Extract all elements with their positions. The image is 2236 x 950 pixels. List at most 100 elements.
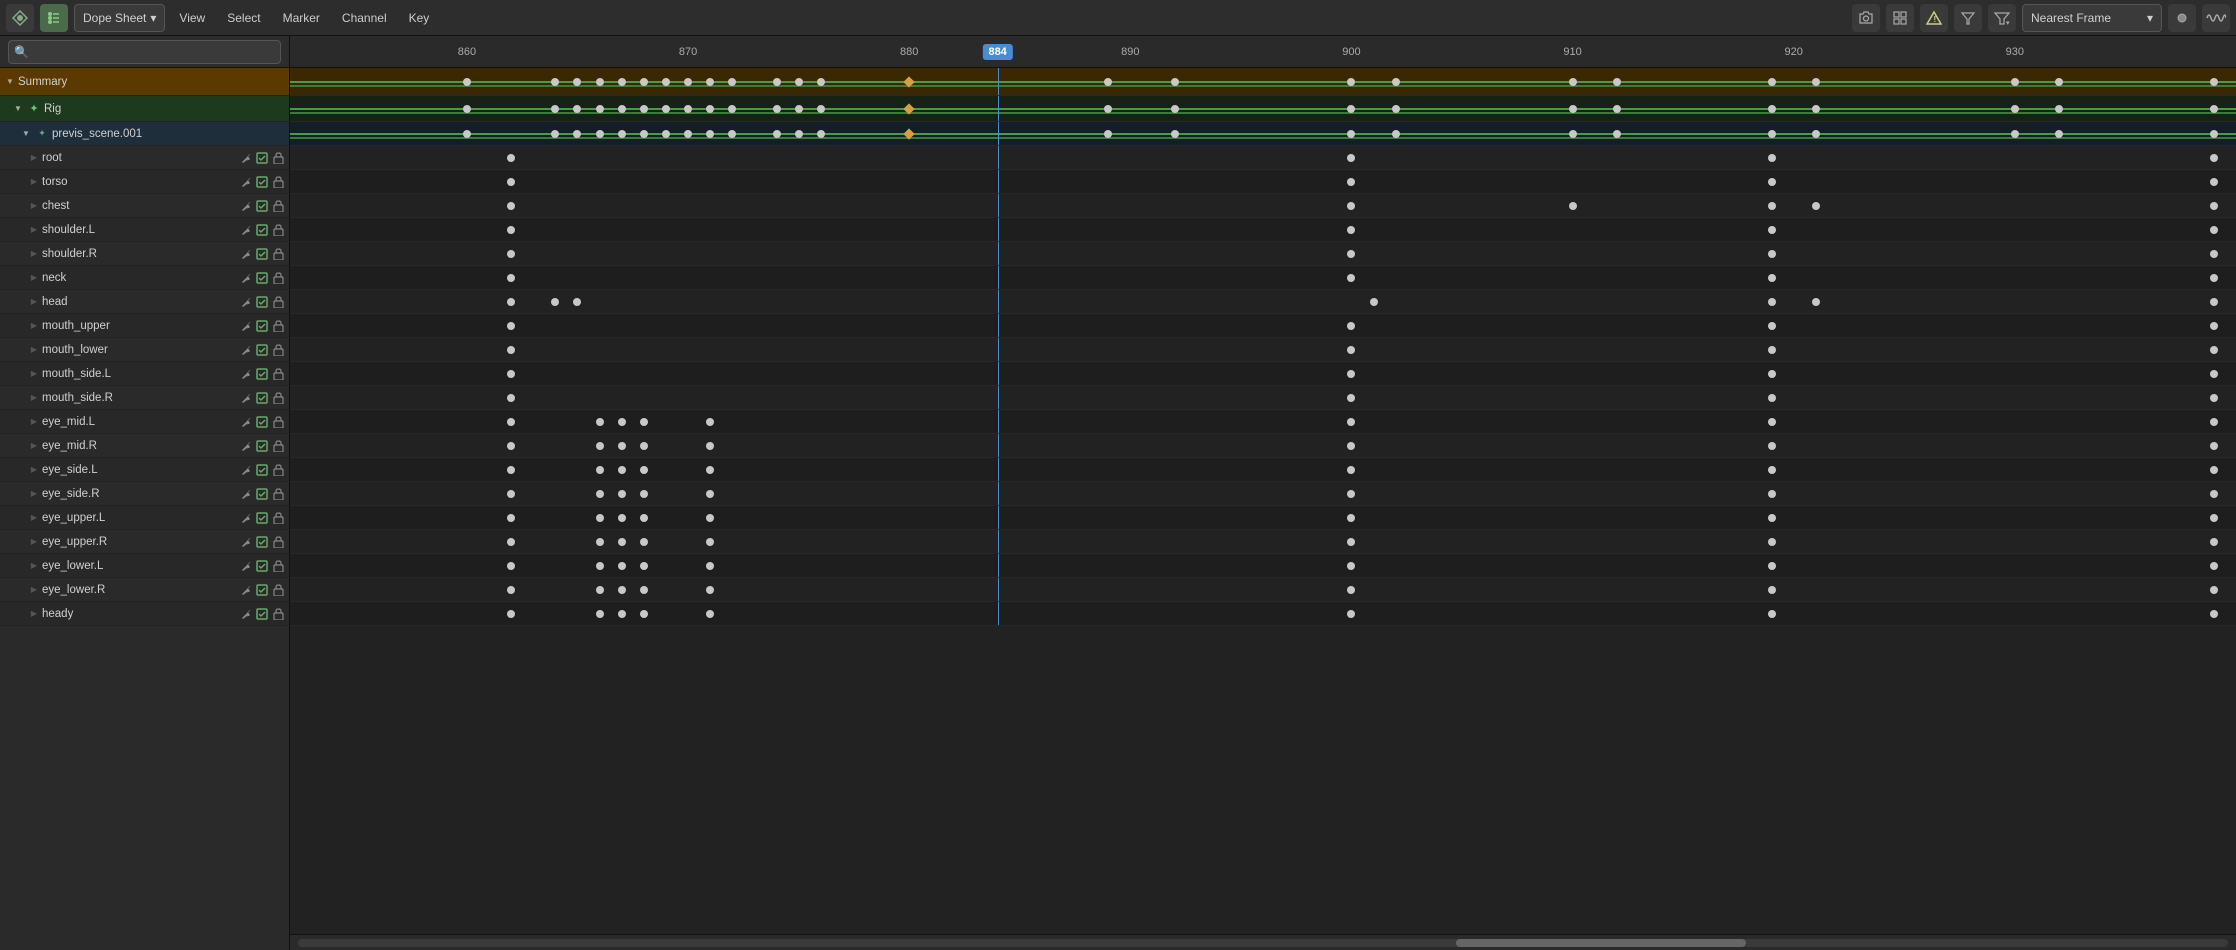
keyframe-eye_upper_r-900[interactable] — [1347, 538, 1355, 546]
keyframe-mouth_side_r-862[interactable] — [507, 394, 515, 402]
keyframe-mouth_upper-900[interactable] — [1347, 322, 1355, 330]
keyframe-rig-932[interactable] — [2055, 105, 2063, 113]
keyframe-eye_upper_r-866[interactable] — [596, 538, 604, 546]
wrench-icon[interactable] — [239, 487, 253, 501]
keyframe-eye_upper_l-867[interactable] — [618, 514, 626, 522]
row-chest[interactable]: ▶chest — [0, 194, 289, 218]
tl-row-mouth_upper[interactable] — [290, 314, 2236, 338]
checkbox-icon[interactable] — [255, 271, 269, 285]
wrench-icon[interactable] — [239, 247, 253, 261]
keyframe-rig-869[interactable] — [662, 105, 670, 113]
expand-eye_mid_r[interactable]: ▶ — [28, 440, 40, 452]
keyframe-rig-875[interactable] — [795, 105, 803, 113]
keyframe-rig-939[interactable] — [2210, 105, 2218, 113]
keyframe-eye_upper_l-939[interactable] — [2210, 514, 2218, 522]
keyframe-summary-875[interactable] — [795, 78, 803, 86]
keyframe-eye_upper_l-900[interactable] — [1347, 514, 1355, 522]
wrench-icon[interactable] — [239, 295, 253, 309]
search-input[interactable] — [8, 40, 281, 64]
expand-shoulder_l[interactable]: ▶ — [28, 224, 40, 236]
keyframe-summary-900[interactable] — [1347, 78, 1355, 86]
keyframe-head-865[interactable] — [573, 298, 581, 306]
keyframe-eye_mid_l-867[interactable] — [618, 418, 626, 426]
lock-icon[interactable] — [271, 271, 285, 285]
checkbox-icon[interactable] — [255, 391, 269, 405]
expand-eye_upper_l[interactable]: ▶ — [28, 512, 40, 524]
keyframe-torso-862[interactable] — [507, 178, 515, 186]
keyframe-mouth_side_r-939[interactable] — [2210, 394, 2218, 402]
keyframe-torso-900[interactable] — [1347, 178, 1355, 186]
checkbox-icon[interactable] — [255, 295, 269, 309]
keyframe-previs-865[interactable] — [573, 130, 581, 138]
keyframe-previs-868[interactable] — [640, 130, 648, 138]
keyframe-eye_mid_l-866[interactable] — [596, 418, 604, 426]
checkbox-icon[interactable] — [255, 487, 269, 501]
keyframe-eye_side_r-939[interactable] — [2210, 490, 2218, 498]
tl-row-heady[interactable] — [290, 602, 2236, 626]
tl-row-chest[interactable] — [290, 194, 2236, 218]
keyframe-eye_mid_l-900[interactable] — [1347, 418, 1355, 426]
keyframe-eye_upper_r-939[interactable] — [2210, 538, 2218, 546]
keyframe-shoulder_r-862[interactable] — [507, 250, 515, 258]
checkbox-icon[interactable] — [255, 319, 269, 333]
wrench-icon[interactable] — [239, 223, 253, 237]
keyframe-eye_side_l-862[interactable] — [507, 466, 515, 474]
wrench-icon[interactable] — [239, 391, 253, 405]
keyframe-summary-871[interactable] — [706, 78, 714, 86]
mode-dropdown[interactable]: Dope Sheet ▾ — [74, 4, 165, 32]
keyframe-eye_side_r-919[interactable] — [1768, 490, 1776, 498]
lock-icon[interactable] — [271, 223, 285, 237]
keyframe-eye_lower_r-866[interactable] — [596, 586, 604, 594]
keyframe-eye_mid_r-939[interactable] — [2210, 442, 2218, 450]
keyframe-previs-932[interactable] — [2055, 130, 2063, 138]
keyframe-previs-889[interactable] — [1104, 130, 1112, 138]
expand-mouth_lower[interactable]: ▶ — [28, 344, 40, 356]
keyframe-shoulder_l-862[interactable] — [507, 226, 515, 234]
camera-icon[interactable] — [1852, 4, 1880, 32]
keyframe-previs-930[interactable] — [2011, 130, 2019, 138]
lock-icon[interactable] — [271, 511, 285, 525]
expand-root[interactable]: ▶ — [28, 152, 40, 164]
keyframe-eye_mid_r-867[interactable] — [618, 442, 626, 450]
keyframe-shoulder_l-900[interactable] — [1347, 226, 1355, 234]
menu-marker[interactable]: Marker — [275, 7, 328, 29]
keyframe-eye_mid_r-900[interactable] — [1347, 442, 1355, 450]
keyframe-neck-919[interactable] — [1768, 274, 1776, 282]
wave-icon[interactable] — [2202, 4, 2230, 32]
keyframe-mouth_lower-939[interactable] — [2210, 346, 2218, 354]
keyframe-eye_upper_l-868[interactable] — [640, 514, 648, 522]
keyframe-shoulder_r-919[interactable] — [1768, 250, 1776, 258]
row-summary[interactable]: ▼ Summary — [0, 68, 289, 96]
keyframe-eye_upper_r-919[interactable] — [1768, 538, 1776, 546]
keyframe-eye_upper_r-868[interactable] — [640, 538, 648, 546]
keyframe-summary-910[interactable] — [1569, 78, 1577, 86]
tl-row-eye_mid_r[interactable] — [290, 434, 2236, 458]
keyframe-summary-876[interactable] — [817, 78, 825, 86]
expand-neck[interactable]: ▶ — [28, 272, 40, 284]
keyframe-head-919[interactable] — [1768, 298, 1776, 306]
keyframe-eye_lower_r-867[interactable] — [618, 586, 626, 594]
keyframe-chest-900[interactable] — [1347, 202, 1355, 210]
tl-row-eye_upper_r[interactable] — [290, 530, 2236, 554]
keyframe-previs-874[interactable] — [773, 130, 781, 138]
keyframe-mouth_upper-862[interactable] — [507, 322, 515, 330]
keyframe-eye_mid_r-868[interactable] — [640, 442, 648, 450]
checkbox-icon[interactable] — [255, 343, 269, 357]
keyframe-rig-865[interactable] — [573, 105, 581, 113]
expand-torso[interactable]: ▶ — [28, 176, 40, 188]
keyframe-torso-939[interactable] — [2210, 178, 2218, 186]
checkbox-icon[interactable] — [255, 559, 269, 573]
row-eye_lower_l[interactable]: ▶eye_lower.L — [0, 554, 289, 578]
keyframe-mouth_side_l-862[interactable] — [507, 370, 515, 378]
keyframe-eye_side_l-900[interactable] — [1347, 466, 1355, 474]
keyframe-rig-921[interactable] — [1812, 105, 1820, 113]
keyframe-eye_lower_l-867[interactable] — [618, 562, 626, 570]
keyframe-eye_upper_l-866[interactable] — [596, 514, 604, 522]
keyframe-rig-871[interactable] — [706, 105, 714, 113]
keyframe-mouth_upper-919[interactable] — [1768, 322, 1776, 330]
keyframe-previs-939[interactable] — [2210, 130, 2218, 138]
keyframe-eye_side_l-871[interactable] — [706, 466, 714, 474]
keyframe-chest-919[interactable] — [1768, 202, 1776, 210]
lock-icon[interactable] — [271, 367, 285, 381]
keyframe-root-939[interactable] — [2210, 154, 2218, 162]
